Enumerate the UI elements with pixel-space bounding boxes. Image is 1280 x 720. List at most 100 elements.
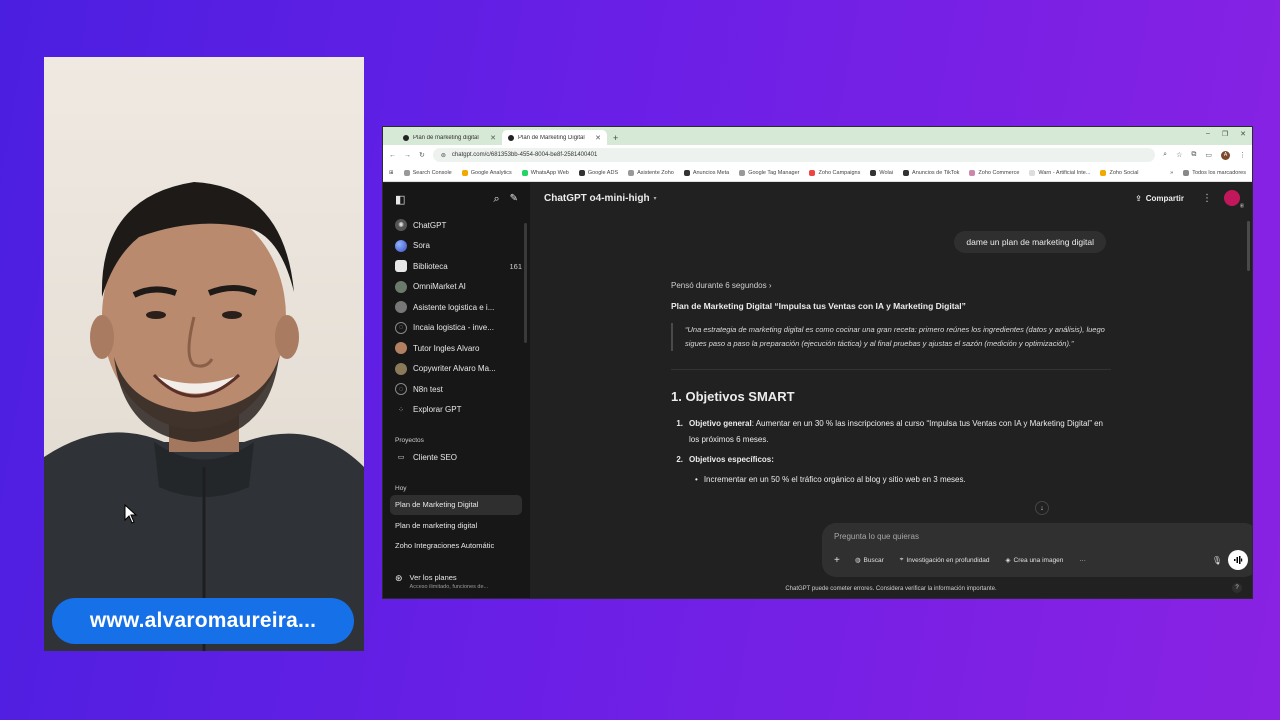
sidebar-item-sora[interactable]: Sora [383,236,530,257]
view-plans-button[interactable]: ⊛ Ver los planes Acceso ilimitado, funci… [383,573,530,590]
bookmark-item[interactable]: Anuncios de TikTok [903,170,959,176]
gpt-avatar-icon [395,342,407,355]
sidebar-item-gpt[interactable]: Tutor Ingles Alvaro [383,338,530,359]
close-tab-icon[interactable]: ✕ [490,134,496,142]
bookmark-favicon-icon [1029,170,1036,176]
voice-waveform-icon [1234,556,1243,564]
forward-icon[interactable]: → [404,152,411,159]
new-tab-icon[interactable]: + [607,130,624,145]
disclaimer-text: ChatGPT puede cometer errores. Considera… [785,586,997,592]
share-button[interactable]: ⇪ Compartir [1129,191,1190,206]
sidebar-item-library[interactable]: Biblioteca 161 [383,256,530,277]
split-view-icon[interactable]: ▭ [1205,151,1212,159]
gpt-avatar-icon [395,362,407,375]
chevron-right-icon: › [768,281,772,290]
sidebar-item-gpt[interactable]: Asistente logistica e i... [383,297,530,318]
bookmark-item[interactable]: WhatsApp Web [521,170,569,176]
sidebar-item-gpt[interactable]: ◌ N8n test [383,379,530,400]
sidebar-item-gpt[interactable]: OmniMarket AI [383,277,530,298]
bookmark-favicon-icon [403,170,410,176]
more-tools-icon[interactable]: ··· [1074,554,1091,567]
user-avatar[interactable]: + [1224,190,1244,208]
plans-icon: ⊛ [395,573,403,583]
sidebar-item-gpt[interactable]: ◌ Incaia logistica - inve... [383,318,530,339]
bookmark-item[interactable]: Wolai [870,170,893,176]
help-icon[interactable]: ? [1232,583,1242,593]
model-name: ChatGPT o4-mini-high [544,192,650,204]
create-image-button[interactable]: ◈ Crea una imagen [1001,553,1069,567]
zoom-icon[interactable]: ⌕ [1163,151,1167,159]
bookmark-favicon-icon [809,170,816,176]
bookmark-item[interactable]: Asistente Zoho [628,170,674,176]
answer-quote: “Una estrategia de marketing digital es … [671,323,1111,351]
user-message: dame un plan de marketing digital [954,231,1106,253]
scroll-down-icon[interactable]: ↓ [1035,501,1049,515]
sidebar-toggle-icon[interactable]: ◧ [395,193,405,206]
more-options-icon[interactable]: ⋮ [1202,193,1212,204]
microphone-icon[interactable]: 🎙 [1212,556,1222,565]
search-icon[interactable]: ⌕ [493,193,499,206]
chat-history-item-active[interactable]: Plan de Marketing Digital [390,494,522,515]
close-tab-icon[interactable]: ✕ [595,134,601,142]
answer-title: Plan de Marketing Digital “Impulsa tus V… [671,301,966,311]
bookmark-item[interactable]: Zoho Social [1100,170,1139,176]
more-bookmarks-icon[interactable]: » [1170,170,1173,176]
bookmark-item[interactable]: Google Tag Manager [739,170,799,176]
folder-icon: ▭ [397,454,405,462]
gpt-avatar-icon [395,280,407,293]
bookmark-item[interactable]: Google Analytics [461,170,512,176]
voice-mode-button[interactable] [1228,550,1248,570]
bullet-item: • Incrementar en un 50 % el tráfico orgá… [695,474,966,484]
bookmark-item[interactable]: Search Console [403,170,452,176]
sidebar-project-item[interactable]: ▭ Cliente SEO [383,447,530,468]
restore-icon[interactable]: ❐ [1222,130,1228,138]
chatgpt-app: ◧ ⌕ ✎ ✺ ChatGPT Sora Biblioteca 161 Omni… [383,183,1252,598]
site-info-icon[interactable]: ⊜ [441,152,446,159]
bookmark-item[interactable]: Google ADS [578,170,618,176]
prompt-composer[interactable]: Pregunta lo que quieras + ◍ Buscar ⌖ Inves… [822,523,1252,577]
browser-tab[interactable]: Plan de marketing digital ✕ [397,130,502,145]
apps-grid-icon[interactable]: ⊞ [389,170,394,176]
tab-title: Plan de Marketing Digital [518,134,585,141]
webcam-panel: www.alvaromaureira... [44,57,364,651]
back-icon[interactable]: ← [389,152,396,159]
website-url-text: www.alvaromaureira... [89,609,317,632]
bookmark-item[interactable]: Zoho Commerce [969,170,1019,176]
new-chat-icon[interactable]: ✎ [510,193,518,206]
bookmark-favicon-icon [870,170,877,176]
menu-icon[interactable]: ⋮ [1239,151,1246,159]
chat-history-item[interactable]: Plan de marketing digital [383,515,530,536]
url-input[interactable]: ⊜ chatgpt.com/c/681353bb-4554-8004-be8f-… [432,148,1156,162]
bookmark-item[interactable]: Zoho Campaigns [809,170,860,176]
prompt-input[interactable]: Pregunta lo que quieras [834,532,1246,541]
deep-research-button[interactable]: ⌖ Investigación en profundidad [895,553,995,567]
bookmark-item[interactable]: Anuncios Meta [683,170,729,176]
sidebar-scrollbar[interactable] [524,223,527,343]
projects-heading: Proyectos [395,437,424,444]
minimize-icon[interactable]: – [1206,130,1210,138]
profile-avatar[interactable]: A [1221,150,1230,160]
objective-general-label: Objetivo general [689,419,752,428]
chat-scrollbar[interactable] [1247,221,1250,271]
share-icon: ⇪ [1135,193,1142,203]
chat-history-item[interactable]: Zoho Integraciones Automátic [383,536,530,557]
search-tool-button[interactable]: ◍ Buscar [850,553,889,567]
chatgpt-favicon-icon [508,134,514,141]
all-bookmarks-folder[interactable]: Todos los marcadores [1183,170,1246,176]
sidebar-item-explore-gpts[interactable]: ⁘ Explorar GPT [383,400,530,421]
composer-toolbar: + ◍ Buscar ⌖ Investigación en profundidad … [830,550,1248,570]
window-controls: – ❐ ✕ [1206,130,1246,138]
bookmark-item[interactable]: Warn - Artificial Inte... [1029,170,1090,176]
sidebar-item-chatgpt[interactable]: ✺ ChatGPT [383,215,530,236]
browser-tab-active[interactable]: Plan de Marketing Digital ✕ [502,130,607,145]
bookmark-star-icon[interactable]: ☆ [1176,151,1182,159]
extensions-icon[interactable]: ⧉ [1191,151,1196,159]
sora-logo-icon [395,239,407,252]
sidebar-item-gpt[interactable]: Copywriter Alvaro Ma... [383,359,530,380]
model-selector[interactable]: ChatGPT o4-mini-high ▾ [544,193,657,204]
close-window-icon[interactable]: ✕ [1240,130,1246,138]
attach-plus-icon[interactable]: + [830,555,844,566]
section-heading: 1. Objetivos SMART [671,389,795,404]
reload-icon[interactable]: ↻ [419,151,425,159]
thinking-summary-toggle[interactable]: Pensó durante 6 segundos › [671,279,1111,293]
